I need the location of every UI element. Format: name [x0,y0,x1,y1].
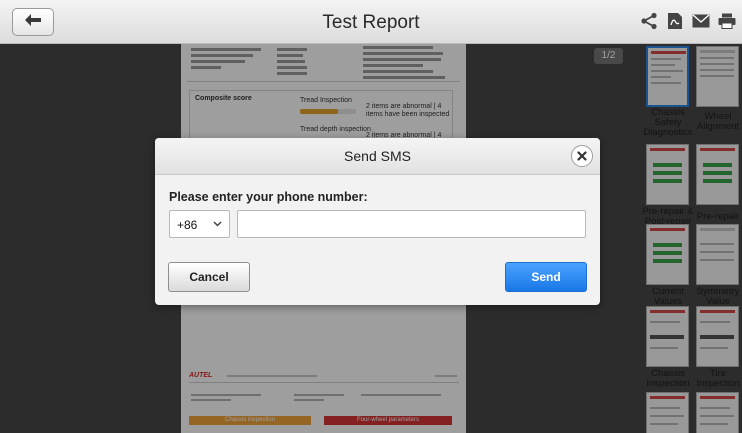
dialog-title: Send SMS [344,148,411,164]
pdf-icon[interactable] [666,12,684,30]
cancel-button[interactable]: Cancel [168,262,250,292]
phone-number-input[interactable] [237,210,586,238]
top-bar: Test Report [0,0,742,44]
send-button[interactable]: Send [505,262,587,292]
country-code-value: +86 [177,218,198,232]
toolbar-icons [640,12,736,30]
dialog-header: Send SMS [155,138,600,175]
phone-prompt-label: Please enter your phone number: [169,190,368,204]
country-code-select[interactable]: +86 [169,210,230,238]
send-sms-dialog: Send SMS Please enter your phone number:… [155,138,600,305]
mail-icon[interactable] [692,12,710,30]
close-icon [577,149,587,163]
page-title: Test Report [322,12,420,33]
print-icon[interactable] [718,12,736,30]
test-report-screen: Test Report Composite score Tread Inspec… [0,0,742,433]
share-icon[interactable] [640,12,658,30]
chevron-down-icon [213,219,222,229]
close-button[interactable] [571,145,593,167]
